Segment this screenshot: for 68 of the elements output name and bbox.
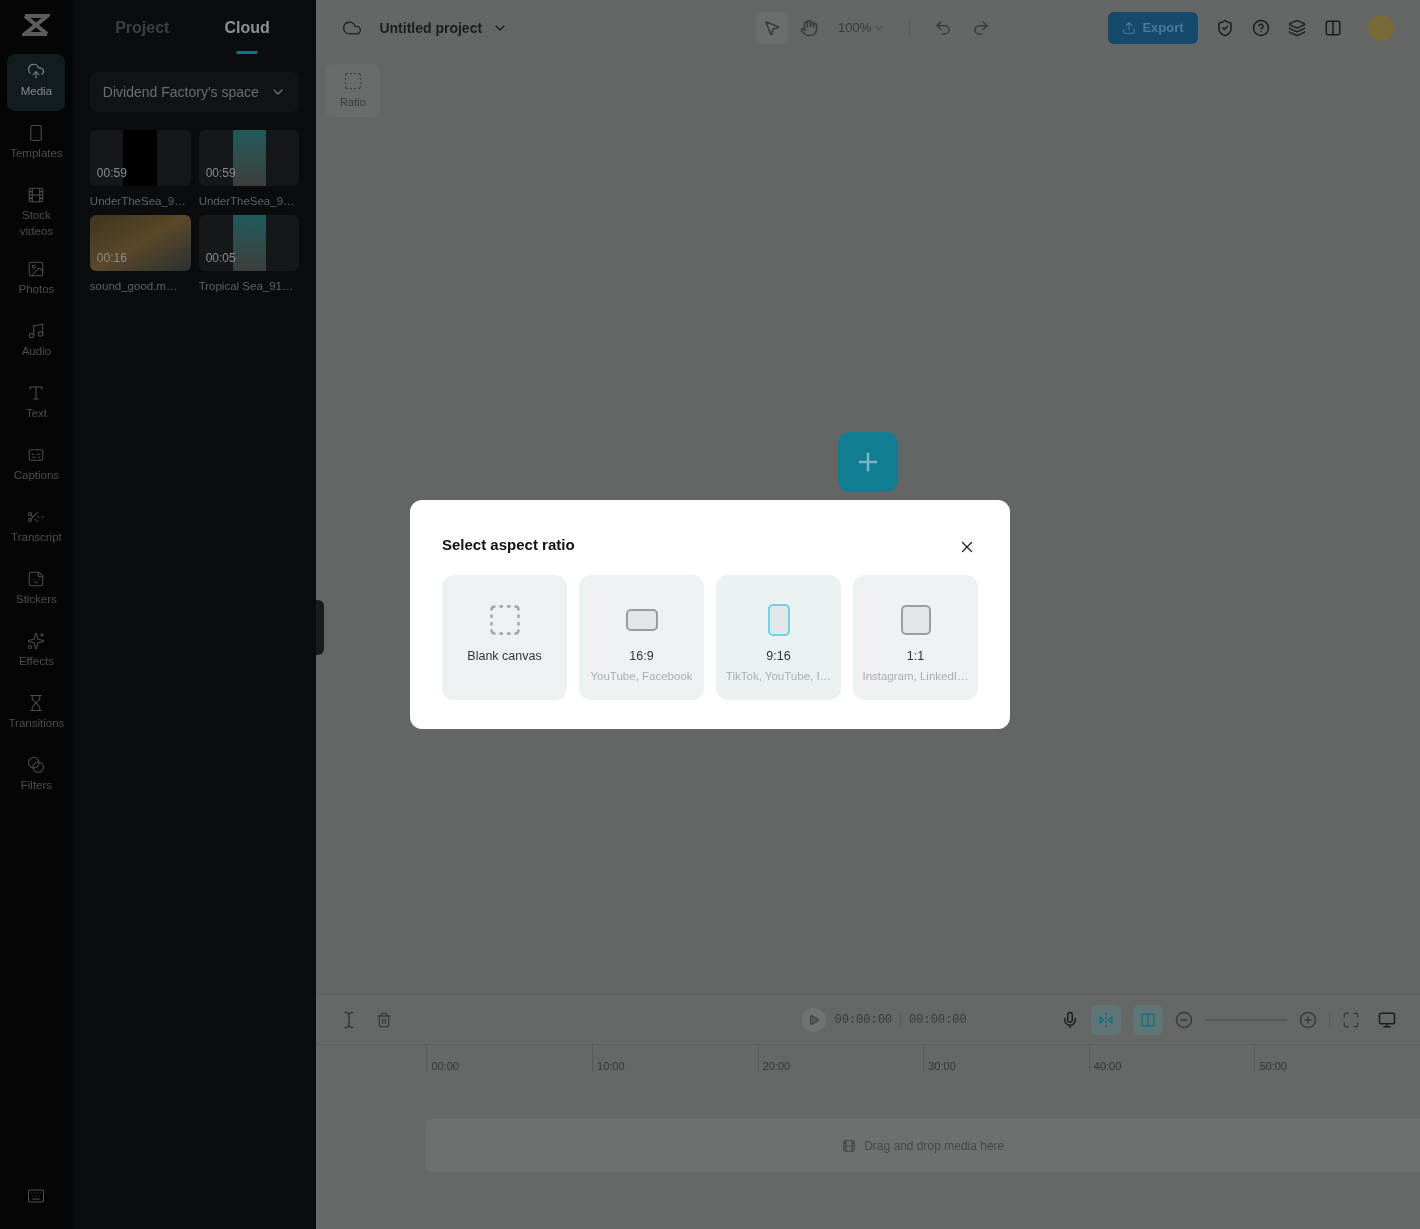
pointer-icon [763, 19, 782, 37]
split-toggle[interactable] [1133, 1004, 1163, 1035]
duration-label: 00:59 [96, 165, 127, 182]
redo-icon[interactable] [972, 19, 991, 37]
ratio-option[interactable]: Blank canvas [442, 574, 567, 700]
logo-icon [22, 12, 51, 38]
rail-item[interactable]: Effects [7, 624, 66, 681]
sparkle-icon [27, 632, 46, 650]
landscape-rectangle-icon [625, 608, 658, 631]
portrait-rectangle-icon [767, 603, 790, 636]
cloud-icon [342, 18, 363, 38]
duration-label: 00:05 [205, 250, 236, 268]
media-name[interactable]: Tropical Sea_91… [198, 278, 300, 296]
dialog-title: Select aspect ratio [442, 535, 575, 555]
keyboard-icon[interactable] [27, 1187, 46, 1205]
ratio-option[interactable]: 9:16 TikTok, YouTube, I… [716, 574, 841, 700]
trash-icon[interactable] [376, 1011, 393, 1028]
rail-item[interactable]: Stock videos [7, 178, 66, 247]
dashed-square-icon [342, 70, 363, 91]
rail-item[interactable]: Text [7, 376, 66, 433]
music-note-icon [27, 322, 46, 340]
panel-icon[interactable] [1324, 19, 1342, 37]
rail-item[interactable]: Transitions [7, 686, 66, 743]
media-name[interactable]: sound_good.m… [89, 278, 191, 296]
project-title[interactable]: Untitled project [379, 17, 509, 39]
add-media-button[interactable] [838, 432, 899, 492]
rail-item[interactable]: Filters [7, 748, 66, 805]
layers-icon[interactable] [1288, 19, 1306, 37]
media-name[interactable]: UnderTheSea_9… [198, 193, 300, 211]
split-view-icon [1140, 1011, 1156, 1028]
play-icon[interactable] [802, 1007, 827, 1032]
rail-item[interactable]: Audio [7, 314, 66, 371]
monitor-icon[interactable] [1378, 1010, 1396, 1029]
zoom-in-icon[interactable] [1299, 1010, 1317, 1029]
image-icon [27, 260, 46, 278]
captions-icon [27, 446, 46, 464]
undo-icon[interactable] [934, 19, 953, 37]
rail-item[interactable]: Stickers [7, 562, 66, 619]
rail-item[interactable]: Templates [7, 116, 66, 173]
circles-icon [27, 756, 46, 774]
rail-item[interactable]: Captions [7, 438, 66, 495]
sticker-icon [27, 570, 46, 588]
avatar[interactable] [1368, 15, 1394, 41]
microphone-icon[interactable] [1061, 1010, 1079, 1029]
hand-icon[interactable] [800, 19, 819, 37]
text-icon [27, 384, 46, 402]
pointer-tool[interactable] [756, 12, 789, 44]
ratio-option[interactable]: 1:1 Instagram, LinkedI… [853, 574, 978, 700]
fullscreen-icon[interactable] [1342, 1010, 1360, 1029]
square-icon [900, 604, 931, 635]
film-icon [842, 1138, 857, 1153]
rail-item[interactable]: Photos [7, 252, 66, 309]
snap-toggle[interactable] [1091, 1004, 1121, 1035]
space-dropdown[interactable]: Dividend Factory's space [89, 72, 300, 112]
panel-tab[interactable]: Cloud [194, 0, 300, 56]
shield-icon[interactable] [1216, 19, 1234, 37]
collapse-handle[interactable] [316, 600, 325, 655]
ratio-option[interactable]: 16:9 YouTube, Facebook [579, 574, 704, 700]
cloud-upload-icon [27, 62, 46, 80]
help-icon[interactable] [1252, 19, 1270, 37]
film-icon [27, 186, 46, 204]
duration-label: 00:16 [96, 250, 127, 268]
duration-label: 00:59 [205, 165, 236, 182]
zoom-out-icon[interactable] [1175, 1010, 1193, 1029]
upload-icon [1122, 21, 1137, 35]
media-name[interactable]: UnderTheSea_9… [89, 193, 191, 211]
rail-item[interactable]: Media [7, 54, 66, 111]
rail-item[interactable]: Transcript [7, 500, 66, 557]
